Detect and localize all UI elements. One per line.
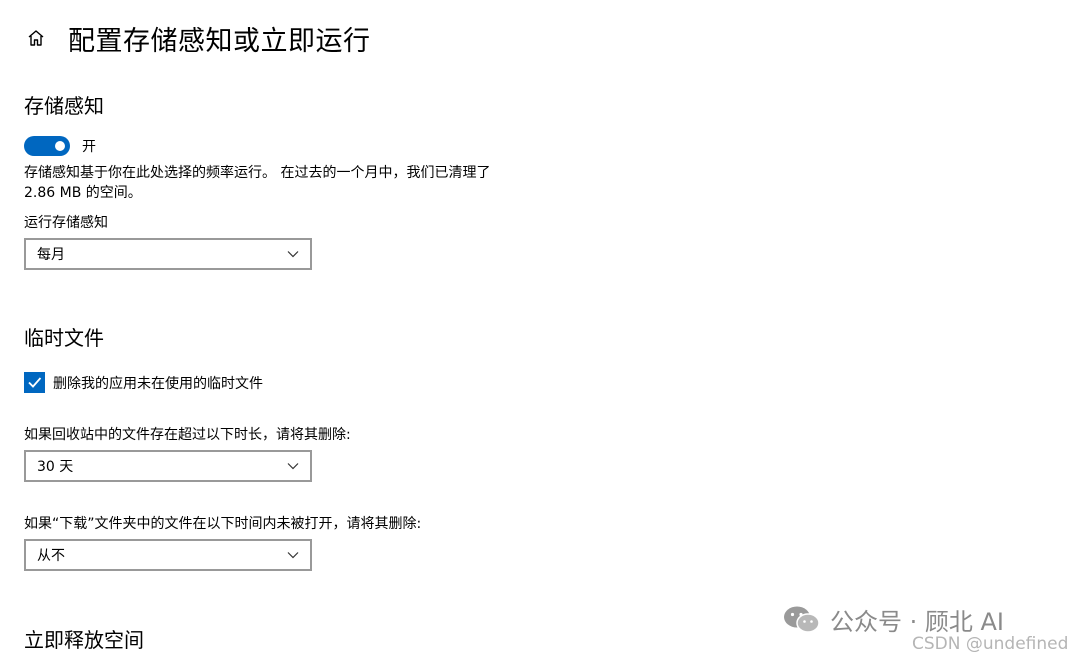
- recycle-bin-label: 如果回收站中的文件存在超过以下时长，请将其删除:: [24, 427, 351, 443]
- wechat-icon: [782, 604, 822, 636]
- run-frequency-value: 每月: [37, 247, 65, 263]
- delete-temp-files-checkbox[interactable]: [24, 372, 45, 393]
- watermark-text: 公众号 · 顾北 AI: [830, 608, 1005, 636]
- recycle-bin-dropdown[interactable]: 30 天: [24, 450, 312, 482]
- page-header: 配置存储感知或立即运行: [24, 18, 371, 58]
- toggle-knob: [55, 141, 65, 151]
- wechat-watermark: 公众号 · 顾北 AI: [782, 602, 1004, 637]
- run-frequency-dropdown[interactable]: 每月: [24, 238, 312, 270]
- storage-sense-toggle[interactable]: [24, 136, 70, 156]
- chevron-down-icon: [286, 548, 300, 562]
- recycle-bin-value: 30 天: [37, 459, 74, 475]
- settings-page: 配置存储感知或立即运行 存储感知 开 存储感知基于你在此处选择的频率运行。 在过…: [0, 0, 1080, 662]
- page-title: 配置存储感知或立即运行: [68, 25, 371, 57]
- chevron-down-icon: [286, 247, 300, 261]
- downloads-dropdown[interactable]: 从不: [24, 539, 312, 571]
- downloads-value: 从不: [37, 548, 65, 564]
- toggle-label: 开: [82, 139, 96, 155]
- home-icon[interactable]: [24, 26, 48, 50]
- storage-sense-toggle-row: 开: [24, 136, 96, 156]
- delete-temp-files-row: 删除我的应用未在使用的临时文件: [24, 372, 263, 393]
- checkmark-icon: [28, 377, 42, 388]
- csdn-watermark: CSDN @undefined: [912, 634, 1069, 654]
- section-title-temp-files: 临时文件: [24, 326, 104, 350]
- section-title-storage-sense: 存储感知: [24, 94, 104, 118]
- downloads-label: 如果“下载”文件夹中的文件在以下时间内未被打开，请将其删除:: [24, 516, 422, 532]
- storage-sense-description: 存储感知基于你在此处选择的频率运行。 在过去的一个月中，我们已清理了 2.86 …: [24, 165, 491, 201]
- delete-temp-files-label: 删除我的应用未在使用的临时文件: [53, 375, 263, 392]
- chevron-down-icon: [286, 459, 300, 473]
- run-storage-sense-label: 运行存储感知: [24, 215, 108, 231]
- section-title-free-space: 立即释放空间: [24, 628, 144, 652]
